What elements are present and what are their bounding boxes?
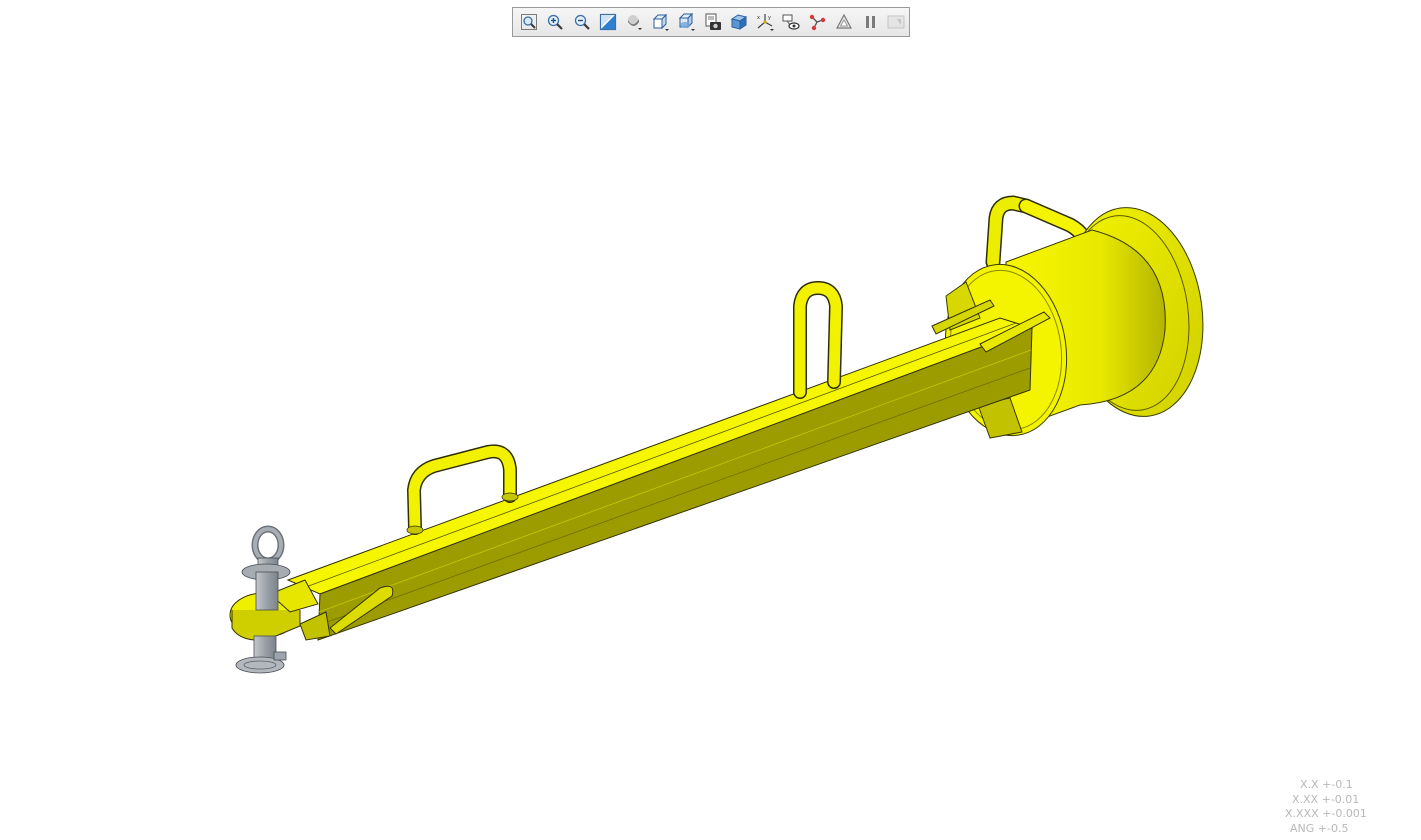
tolerance-block: X.X +-0.1 X.XX +-0.01 X.XXX +-0.001 ANG …	[1270, 778, 1390, 836]
middle-lifting-handle	[793, 280, 844, 399]
tolerance-line: X.XX +-0.01	[1292, 792, 1360, 806]
model-viewport[interactable]: x y X.X +-0.1 X.XX +-0.01 X.XXX +-0.001 …	[0, 0, 1421, 840]
main-beam	[286, 317, 1034, 641]
tolerance-line: ANG +-0.5	[1290, 821, 1349, 835]
tolerance-line: X.X +-0.1	[1300, 778, 1353, 791]
tolerance-line: X.XXX +-0.001	[1285, 807, 1367, 820]
model-render[interactable]	[0, 0, 1421, 840]
